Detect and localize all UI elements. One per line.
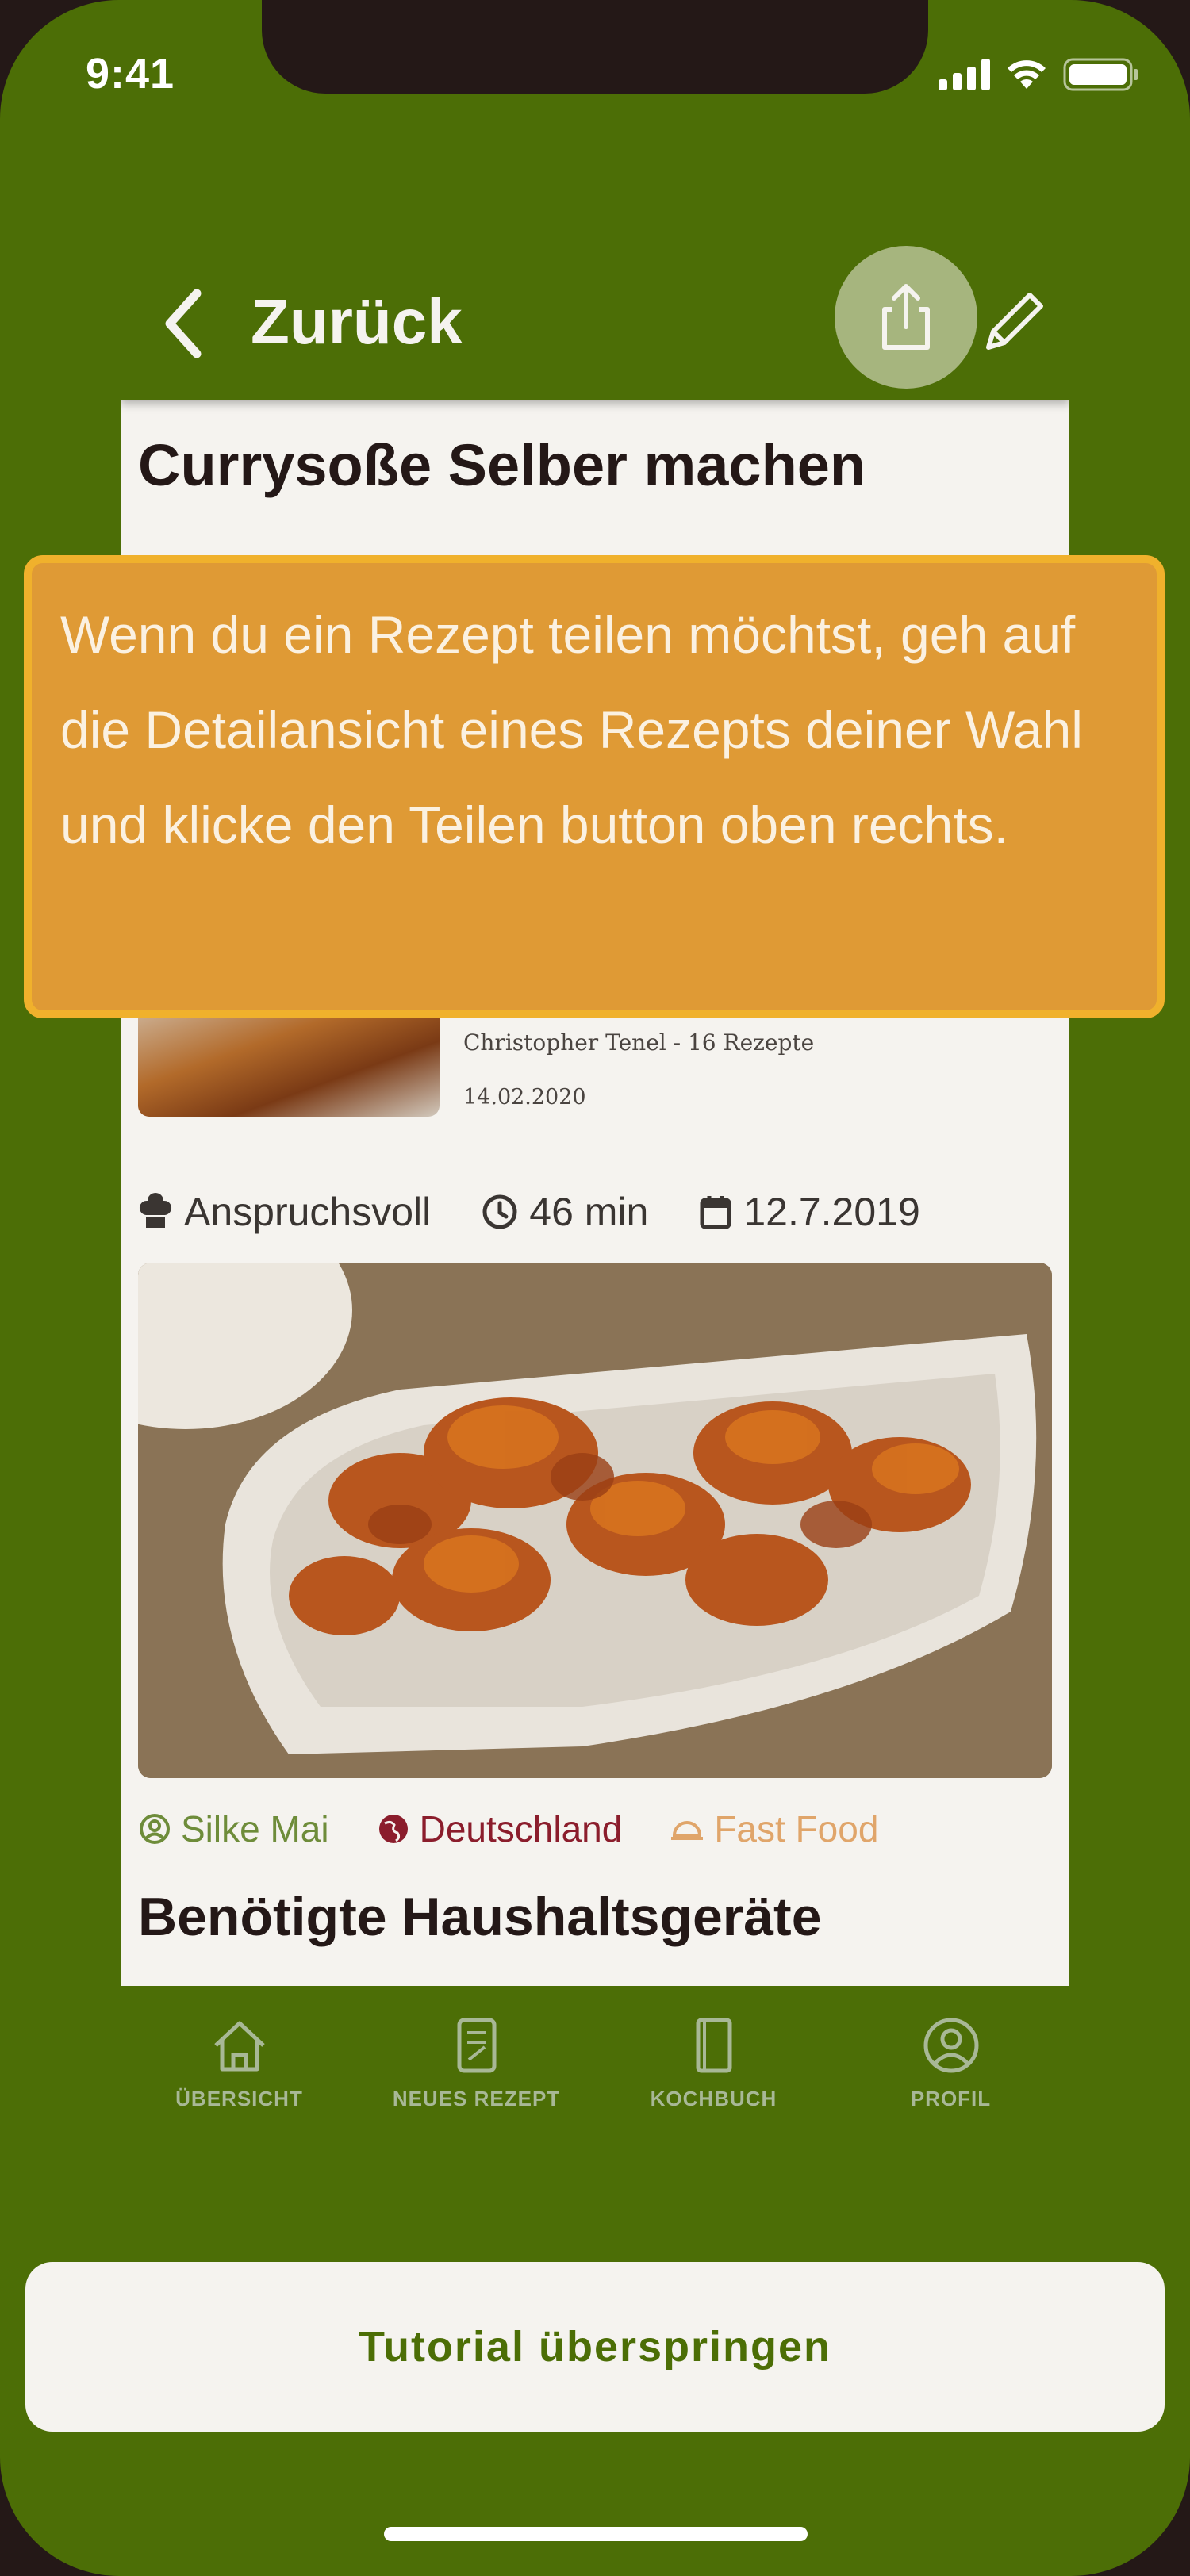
skip-tutorial-button[interactable]: Tutorial überspringen [25,2262,1165,2432]
difficulty-label: Anspruchsvoll [184,1190,432,1234]
chef-hat-icon [139,1193,172,1228]
author-tag-label: Silke Mai [181,1808,329,1850]
house-icon [213,2021,265,2071]
user-circle-icon [140,1814,170,1844]
tab-uebersicht[interactable]: ÜBERSICHT [121,1986,358,2138]
recipe-meta-row: Anspruchsvoll 46 min 12.7.2019 [138,1180,971,1244]
share-button[interactable] [835,246,977,389]
recipe-hero-image [138,1263,1052,1778]
food-cover-icon [671,1821,704,1840]
back-chevron-icon[interactable] [155,284,211,363]
tab-label: NEUES REZEPT [392,2086,561,2110]
created-date-label: 12.7.2019 [743,1190,920,1234]
duration-meta: 46 min [482,1189,648,1235]
edit-pencil-icon[interactable] [973,284,1052,363]
bottom-tab-bar: ÜBERSICHT NEUES REZEPT KOCHBUCH PROFIL [121,1986,1069,2138]
battery-icon [1063,58,1138,91]
country-tag[interactable]: Deutschland [377,1807,623,1850]
tab-label: KOCHBUCH [650,2086,777,2110]
back-button[interactable]: Zurück [251,286,463,358]
status-time: 9:41 [86,50,175,98]
created-meta: 12.7.2019 [699,1189,920,1235]
tutorial-screen: 9:41 Zurück Currysoße Selber machen Chri… [0,0,1190,2576]
author-line[interactable]: Christopher Tenel - 16 Rezepte [463,1029,814,1056]
wifi-icon [1008,60,1046,89]
new-recipe-icon [457,2018,496,2072]
author-tag[interactable]: Silke Mai [138,1807,329,1850]
clock-icon [482,1194,517,1229]
currywurst-photo [138,1263,1052,1778]
device-notch [262,0,928,94]
category-tag-label: Fast Food [714,1808,879,1850]
duration-label: 46 min [529,1190,649,1234]
cellular-signal-icon [939,59,990,90]
profile-icon [923,2018,978,2072]
cookbook-icon [696,2018,731,2072]
category-tag[interactable]: Fast Food [670,1807,878,1850]
calendar-icon [700,1196,731,1229]
detail-header: Zurück [121,244,1069,400]
home-indicator[interactable] [384,2527,808,2541]
recipe-tags: Silke Mai Deutschland Fast Food [138,1797,926,1861]
status-icons [939,52,1139,97]
country-tag-label: Deutschland [419,1808,623,1850]
appliances-heading: Benötigte Haushaltsgeräte [138,1887,822,1947]
recipe-title: Currysoße Selber machen [138,432,866,498]
share-icon [882,284,930,350]
tab-label: PROFIL [910,2086,992,2110]
app-preview: Zurück Currysoße Selber machen Christoph… [121,244,1069,2138]
publish-date: 14.02.2020 [463,1085,586,1110]
tutorial-text: Wenn du ein Rezept teilen möchtst, geh a… [60,605,1083,854]
tab-label: ÜBERSICHT [175,2086,303,2110]
globe-icon [378,1815,408,1843]
tab-profil[interactable]: PROFIL [832,1986,1069,2138]
tab-kochbuch[interactable]: KOCHBUCH [595,1986,832,2138]
difficulty-meta: Anspruchsvoll [138,1189,431,1235]
tab-neues-rezept[interactable]: NEUES REZEPT [358,1986,595,2138]
tutorial-tooltip: Wenn du ein Rezept teilen möchtst, geh a… [24,555,1165,1018]
